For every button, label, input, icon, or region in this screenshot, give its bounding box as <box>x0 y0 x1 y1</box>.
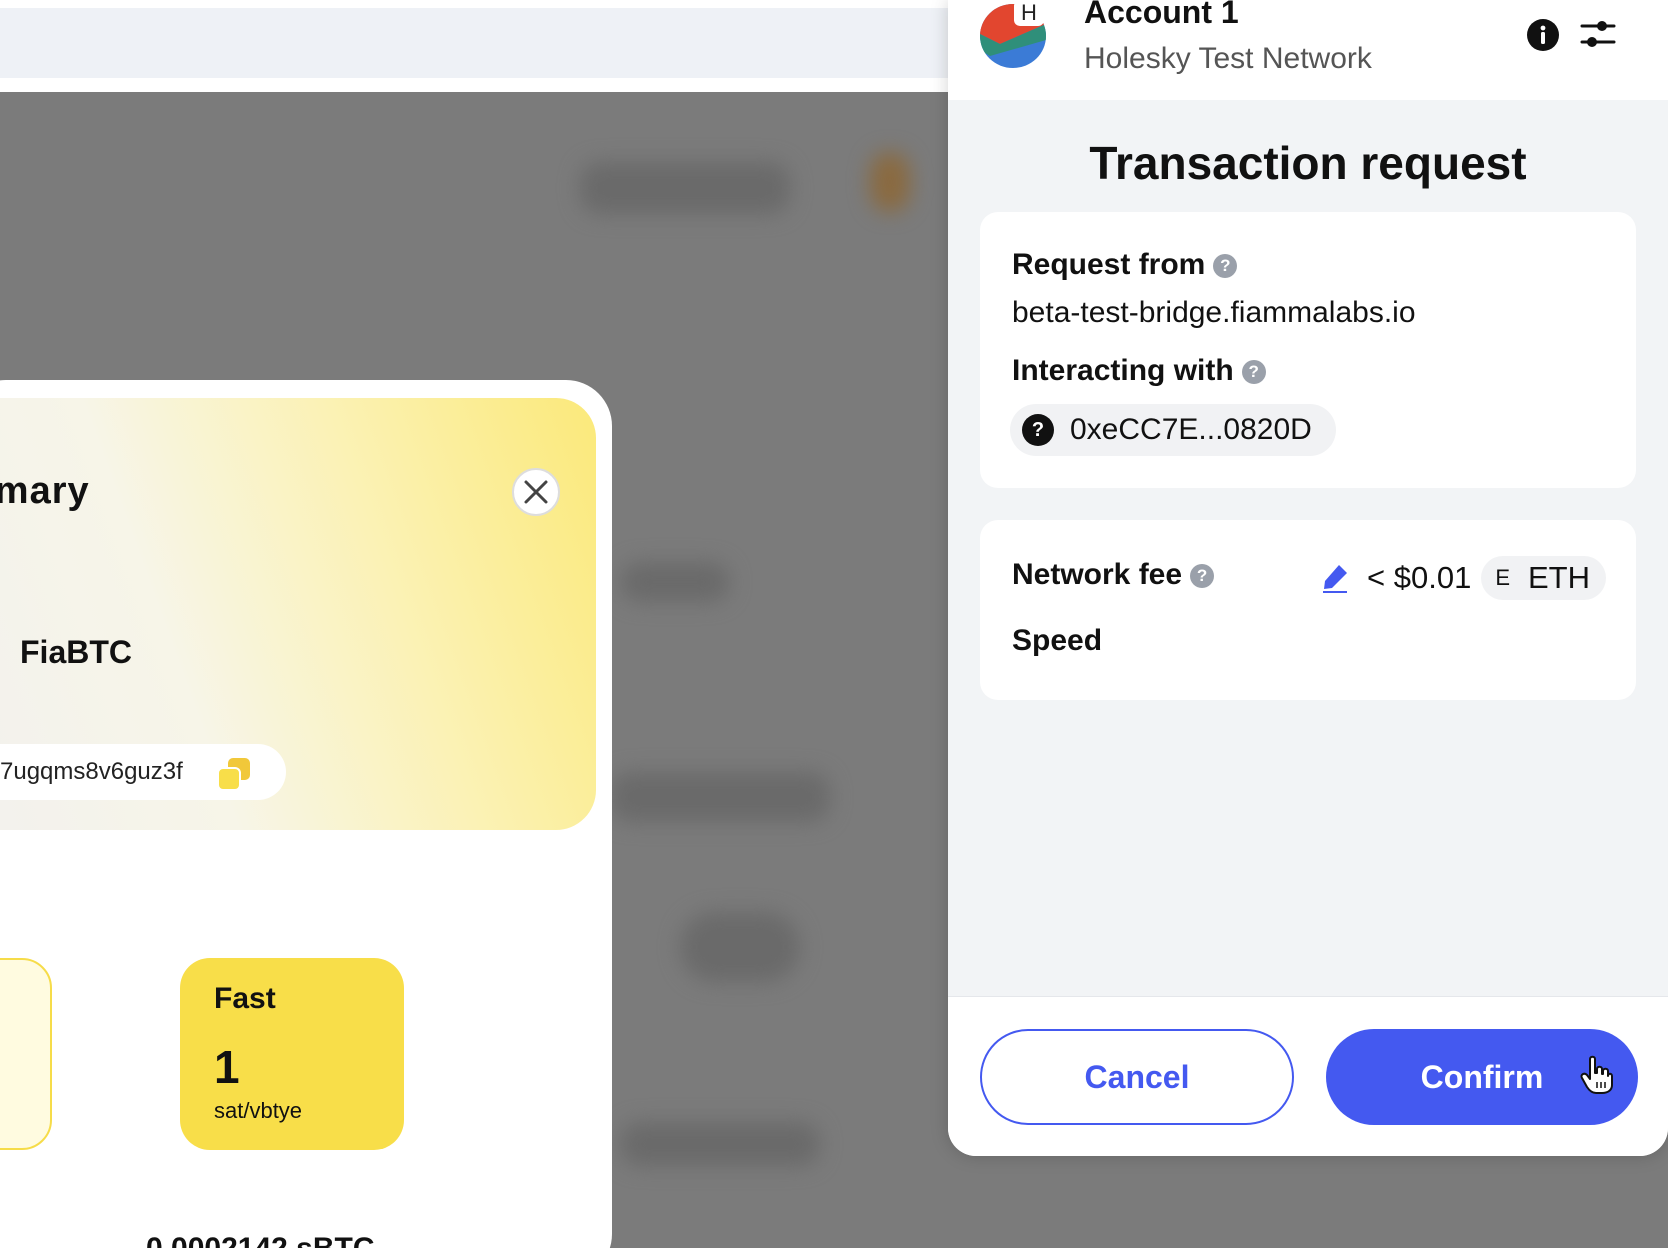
help-icon[interactable]: ? <box>1241 360 1266 385</box>
browser-url-bar[interactable] <box>0 8 960 78</box>
blurred-element <box>680 912 800 982</box>
account-name[interactable]: Account 1 <box>1084 0 1239 31</box>
interacting-with-row: Interacting with? <box>1012 354 1266 388</box>
speed-label: Speed <box>1012 624 1103 657</box>
info-icon[interactable] <box>1526 18 1560 52</box>
network-fee-row: Network fee? <box>1012 558 1215 592</box>
wallet-header: H Account 1 Holesky Test Network <box>948 0 1668 100</box>
blurred-element <box>620 562 730 602</box>
token-symbol: ETH <box>1528 560 1590 595</box>
close-icon <box>524 480 548 504</box>
settings-sliders-icon[interactable] <box>1580 16 1616 52</box>
contract-address: 0xeCC7E...0820D <box>1070 413 1312 446</box>
cancel-button[interactable]: Cancel <box>980 1029 1294 1125</box>
network-fee-card: Network fee? < $0.01 E ETH Speed <box>980 520 1636 700</box>
network-badge: H <box>1014 0 1044 26</box>
request-details-card: Request from? beta-test-bridge.fiammalab… <box>980 212 1636 488</box>
address-text: 7ugqms8v6guz3f <box>0 758 183 785</box>
speed-label: Fast <box>214 982 276 1015</box>
summary-title: mmary <box>0 470 90 512</box>
fee-amount: < $0.01 <box>1367 560 1472 595</box>
address-pill: 7ugqms8v6guz3f <box>0 744 286 800</box>
hand-cursor-icon <box>1580 1055 1613 1094</box>
unknown-contract-icon: ? <box>1022 414 1054 446</box>
contract-address-pill[interactable]: ? 0xeCC7E...0820D <box>1010 404 1336 456</box>
network-name[interactable]: Holesky Test Network <box>1084 42 1372 76</box>
summary-header: mmary FiaBTC 7ugqms8v6guz3f <box>0 398 596 830</box>
network-fee-label: Network fee <box>1012 558 1183 591</box>
request-from-label: Request from <box>1012 248 1206 281</box>
token-name: FiaBTC <box>20 634 132 670</box>
request-from-row: Request from? <box>1012 248 1238 282</box>
blurred-element <box>870 152 910 212</box>
page-title: Transaction request <box>1089 137 1527 189</box>
eth-token-icon: E <box>1495 565 1510 590</box>
wallet-footer: Cancel Confirm <box>948 996 1668 1156</box>
blurred-element <box>620 1122 820 1166</box>
request-origin: beta-test-bridge.fiammalabs.io <box>1012 296 1416 329</box>
close-button[interactable] <box>512 468 560 516</box>
wallet-popup: H Account 1 Holesky Test Network Transac… <box>948 0 1668 1156</box>
token-pill: E ETH <box>1481 556 1606 600</box>
amount-text: 0.0002142 sBTC <box>146 1232 375 1248</box>
fee-value-group: < $0.01 E ETH <box>1321 556 1606 600</box>
help-icon[interactable]: ? <box>1190 564 1215 589</box>
blurred-element <box>610 772 830 822</box>
speed-value: 1 <box>214 1041 240 1093</box>
blurred-element <box>580 162 790 214</box>
edit-icon[interactable] <box>1321 563 1349 593</box>
speed-card-slow[interactable] <box>0 958 52 1150</box>
speed-card-fast[interactable]: Fast 1 sat/vbtye <box>180 958 404 1150</box>
interacting-with-label: Interacting with <box>1012 354 1234 387</box>
help-icon[interactable]: ? <box>1213 254 1238 279</box>
copy-icon[interactable] <box>216 756 252 792</box>
speed-unit: sat/vbtye <box>214 1098 303 1123</box>
bridge-summary-modal: mmary FiaBTC 7ugqms8v6guz3f Fast 1 sat/v… <box>0 380 612 1248</box>
